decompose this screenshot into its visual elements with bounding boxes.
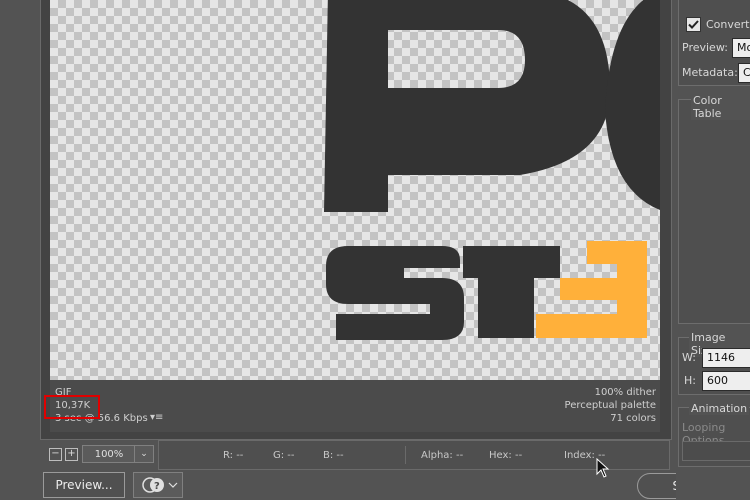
zoom-out-button[interactable]: − bbox=[49, 448, 62, 461]
letter-c bbox=[605, 0, 660, 210]
readout-divider bbox=[405, 446, 406, 464]
artwork bbox=[324, 0, 660, 340]
width-input[interactable]: 1146 bbox=[702, 348, 750, 368]
readout-r: R: -- bbox=[223, 450, 244, 461]
metadata-select[interactable]: C bbox=[738, 63, 750, 83]
palette-label: Perceptual palette bbox=[564, 400, 656, 411]
zoom-in-button[interactable]: + bbox=[65, 448, 78, 461]
preview-button[interactable]: Preview... bbox=[43, 472, 125, 498]
height-label: H: bbox=[684, 374, 696, 387]
height-input[interactable]: 600 bbox=[702, 371, 750, 391]
dither-label: 100% dither bbox=[594, 387, 656, 398]
metadata-label: Metadata: bbox=[682, 66, 738, 79]
preview-canvas[interactable] bbox=[50, 0, 660, 380]
colors-label: 71 colors bbox=[610, 413, 656, 424]
readout-hex: Hex: -- bbox=[489, 450, 523, 461]
convert-checkbox[interactable] bbox=[686, 17, 701, 32]
color-table-group bbox=[678, 99, 750, 324]
looping-select[interactable] bbox=[682, 441, 750, 461]
highlight-box bbox=[44, 395, 100, 419]
readout-b: B: -- bbox=[323, 450, 344, 461]
color-table-label: Color Table bbox=[691, 94, 750, 120]
download-menu-icon[interactable]: ▾≡ bbox=[150, 412, 163, 423]
zoom-value[interactable]: 100% bbox=[82, 445, 136, 463]
convert-label: Convert bbox=[706, 18, 750, 31]
letter-p bbox=[324, 0, 610, 212]
readout-alpha: Alpha: -- bbox=[421, 450, 464, 461]
browser-help-icon: ? bbox=[142, 477, 178, 493]
preview-setting-select[interactable]: Mo bbox=[732, 38, 750, 58]
preview-setting-label: Preview: bbox=[682, 41, 728, 54]
svg-text:?: ? bbox=[154, 481, 160, 492]
width-label: W: bbox=[682, 351, 696, 364]
mouse-cursor-icon bbox=[596, 458, 610, 478]
color-readout: R: -- G: -- B: -- Alpha: -- Hex: -- Inde… bbox=[158, 440, 670, 470]
readout-g: G: -- bbox=[273, 450, 295, 461]
checkmark-icon bbox=[688, 20, 699, 29]
animation-label: Animation bbox=[689, 402, 750, 415]
letter-s bbox=[326, 246, 464, 340]
browser-preview-button[interactable]: ? bbox=[133, 472, 183, 498]
settings-panel: Convert Preview: Mo Metadata: C Color Ta… bbox=[676, 0, 750, 500]
zoom-dropdown-icon[interactable]: ⌄ bbox=[134, 445, 154, 463]
